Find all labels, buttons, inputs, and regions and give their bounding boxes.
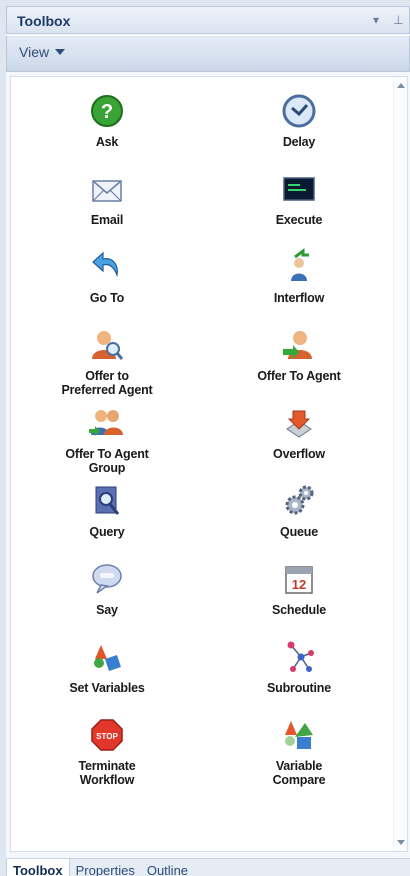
question-icon: ? [91,95,123,127]
panel-titlebar: Toolbox ▾ ⊥ [6,6,410,34]
tool-label: Ask [95,135,119,149]
tool-terminate-workflow[interactable]: STOP Terminate Workflow [11,711,203,789]
tool-execute[interactable]: Execute [203,165,395,243]
view-menu-button[interactable]: View [19,44,66,60]
tool-set-variables[interactable]: Set Variables [11,633,203,711]
tool-overflow[interactable]: Overflow [203,399,395,477]
tool-offer-to-agent-group[interactable]: Offer To Agent Group [11,399,203,477]
person-arrow-icon [291,248,309,281]
tool-offer-preferred-agent[interactable]: Offer to Preferred Agent [11,321,203,399]
person-magnify-icon [92,331,124,360]
toolbox-content: ? Ask Delay Email Execute Go To Interflo… [10,76,408,852]
scroll-up-arrow-icon[interactable] [397,83,405,88]
tool-label: Variable Compare [272,759,326,787]
auto-hide-pin-icon[interactable]: ⊥ [393,13,403,27]
network-nodes-icon [287,641,314,672]
person-green-arrow-icon [283,331,312,359]
tab-properties[interactable]: Properties [70,859,141,876]
tool-label: Schedule [272,603,326,617]
toolbox-panel: Toolbox ▾ ⊥ View ? Ask Delay Email Execu… [6,6,410,876]
clock-icon [282,94,316,128]
view-toolbar: View [6,36,410,72]
tool-grid: ? Ask Delay Email Execute Go To Interflo… [11,87,395,789]
tool-query[interactable]: Query [11,477,203,555]
panel-title: Toolbox [17,13,71,29]
stop-text: STOP [96,732,118,741]
calendar-day-text: 12 [292,577,306,592]
tool-label: Offer to Preferred Agent [61,369,153,397]
gears-icon [285,485,314,515]
tool-label: Say [96,603,118,617]
chevron-down-icon [55,49,66,55]
arrow-back-icon [92,251,118,278]
tool-say[interactable]: Say [11,555,203,633]
tab-outline[interactable]: Outline [141,859,194,876]
vertical-scrollbar[interactable] [393,77,407,851]
tool-label: Offer To Agent Group [65,447,149,475]
tool-offer-to-agent[interactable]: Offer To Agent [203,321,395,399]
calendar-icon: 12 [285,566,313,594]
tool-queue[interactable]: Queue [203,477,395,555]
tool-label: Offer To Agent [257,369,341,383]
tool-label: Execute [275,213,323,227]
svg-text:?: ? [101,101,113,123]
tool-label: Terminate Workflow [78,759,136,787]
tool-label: Delay [282,135,316,149]
tool-label: Queue [280,525,318,539]
scroll-down-arrow-icon[interactable] [397,840,405,845]
tool-delay[interactable]: Delay [203,87,395,165]
tool-subroutine[interactable]: Subroutine [203,633,395,711]
tool-schedule[interactable]: 12 Schedule [203,555,395,633]
database-magnify-icon [95,486,120,515]
shapes-icon [94,645,121,671]
tool-interflow[interactable]: Interflow [203,243,395,321]
tool-label: Subroutine [267,681,331,695]
pin-dropdown-icon[interactable]: ▾ [373,13,379,27]
console-icon [283,177,315,201]
tool-label: Overflow [273,447,325,461]
tool-label: Set Variables [69,681,145,695]
tool-email[interactable]: Email [11,165,203,243]
tool-ask[interactable]: ? Ask [11,87,203,165]
tool-label: Interflow [273,291,325,305]
people-icon [89,410,123,436]
stop-sign-icon: STOP [91,719,123,751]
tab-toolbox[interactable]: Toolbox [6,858,70,876]
tool-label: Email [90,213,124,227]
view-menu-label: View [19,44,50,60]
envelope-icon [92,180,122,202]
tool-go-to[interactable]: Go To [11,243,203,321]
tool-variable-compare[interactable]: Variable Compare [203,711,395,789]
shapes-compare-icon [285,721,313,749]
tool-label: Go To [89,291,125,305]
overflow-icon [286,410,312,438]
speech-bubble-icon [92,564,122,594]
tool-label: Query [89,525,125,539]
bottom-tab-strip: Toolbox Properties Outline [6,858,410,876]
